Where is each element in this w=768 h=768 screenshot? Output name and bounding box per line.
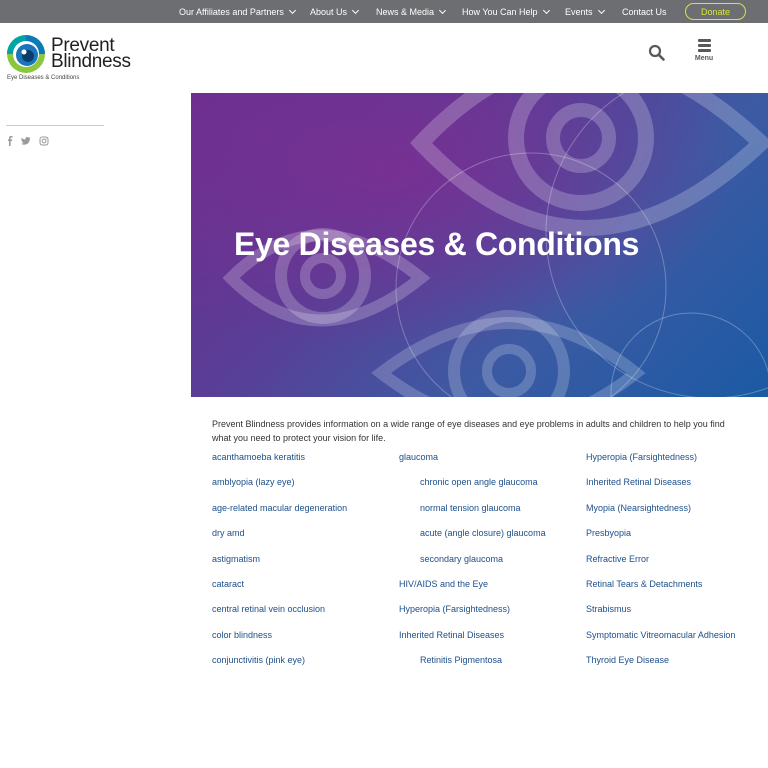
condition-link[interactable]: cataract (212, 579, 244, 589)
chevron-down-icon (542, 6, 550, 14)
condition-link[interactable]: acanthamoeba keratitis (212, 452, 305, 462)
condition-link[interactable]: Thyroid Eye Disease (586, 655, 669, 665)
condition-link[interactable]: central retinal vein occlusion (212, 604, 325, 614)
search-icon[interactable] (648, 44, 666, 62)
page-title: Eye Diseases & Conditions (234, 226, 640, 262)
topnav-news[interactable]: News & Media (376, 0, 447, 23)
logo-text-line2[interactable]: Blindness (51, 52, 131, 72)
condition-link[interactable]: Inherited Retinal Diseases (399, 630, 504, 640)
condition-link[interactable]: Symptomatic Vitreomacular Adhesion (586, 630, 735, 640)
hero-banner: Eye Diseases & Conditions (191, 93, 768, 397)
condition-link[interactable]: Retinal Tears & Detachments (586, 579, 702, 589)
menu-button[interactable]: Menu (692, 37, 716, 62)
condition-link[interactable]: dry amd (212, 528, 245, 538)
chevron-down-icon (597, 6, 605, 14)
instagram-icon[interactable] (39, 136, 49, 146)
topnav-label: Contact Us (622, 6, 667, 17)
condition-link[interactable]: glaucoma (399, 452, 438, 462)
condition-link[interactable]: Myopia (Nearsightedness) (586, 503, 691, 513)
chevron-down-icon (288, 6, 296, 14)
condition-link[interactable]: normal tension glaucoma (420, 503, 521, 513)
sidebar-divider (6, 125, 104, 126)
topnav-about[interactable]: About Us (310, 0, 360, 23)
condition-link[interactable]: conjunctivitis (pink eye) (212, 655, 305, 665)
condition-link[interactable]: Retinitis Pigmentosa (420, 655, 502, 665)
logo-subtitle: Eye Diseases & Conditions (7, 75, 80, 81)
hamburger-icon (697, 39, 711, 54)
topnav-label: About Us (310, 6, 348, 17)
topnav-help[interactable]: How You Can Help (462, 0, 550, 23)
topnav-label: How You Can Help (462, 6, 538, 17)
twitter-icon[interactable] (21, 136, 31, 146)
logo-eye-icon[interactable] (6, 34, 46, 74)
topnav-label: Events (565, 6, 593, 17)
condition-link[interactable]: Strabismus (586, 604, 631, 614)
topnav-contact[interactable]: Contact Us (622, 0, 667, 23)
condition-link[interactable]: astigmatism (212, 554, 260, 564)
condition-link[interactable]: chronic open angle glaucoma (420, 477, 538, 487)
condition-link[interactable]: color blindness (212, 630, 272, 640)
condition-link[interactable]: Refractive Error (586, 554, 649, 564)
topnav-label: Our Affiliates and Partners (179, 6, 284, 17)
topnav-label: News & Media (376, 6, 435, 17)
menu-label: Menu (694, 55, 714, 62)
donate-button[interactable]: Donate (685, 3, 746, 20)
condition-link[interactable]: amblyopia (lazy eye) (212, 477, 295, 487)
topnav-events[interactable]: Events (565, 0, 605, 23)
condition-link[interactable]: Hyperopia (Farsightedness) (399, 604, 510, 614)
topnav-affiliates[interactable]: Our Affiliates and Partners (179, 0, 296, 23)
condition-link[interactable]: Hyperopia (Farsightedness) (586, 452, 697, 462)
chevron-down-icon (438, 6, 447, 14)
condition-link[interactable]: Inherited Retinal Diseases (586, 477, 691, 487)
intro-text: Prevent Blindness provides information o… (212, 419, 725, 443)
condition-link[interactable]: secondary glaucoma (420, 554, 503, 564)
condition-link[interactable]: HIV/AIDS and the Eye (399, 579, 488, 589)
condition-link[interactable]: acute (angle closure) glaucoma (420, 528, 546, 538)
condition-link[interactable]: Presbyopia (586, 528, 631, 538)
chevron-down-icon (351, 6, 360, 14)
condition-link[interactable]: age-related macular degeneration (212, 503, 347, 513)
facebook-icon[interactable] (5, 136, 15, 146)
